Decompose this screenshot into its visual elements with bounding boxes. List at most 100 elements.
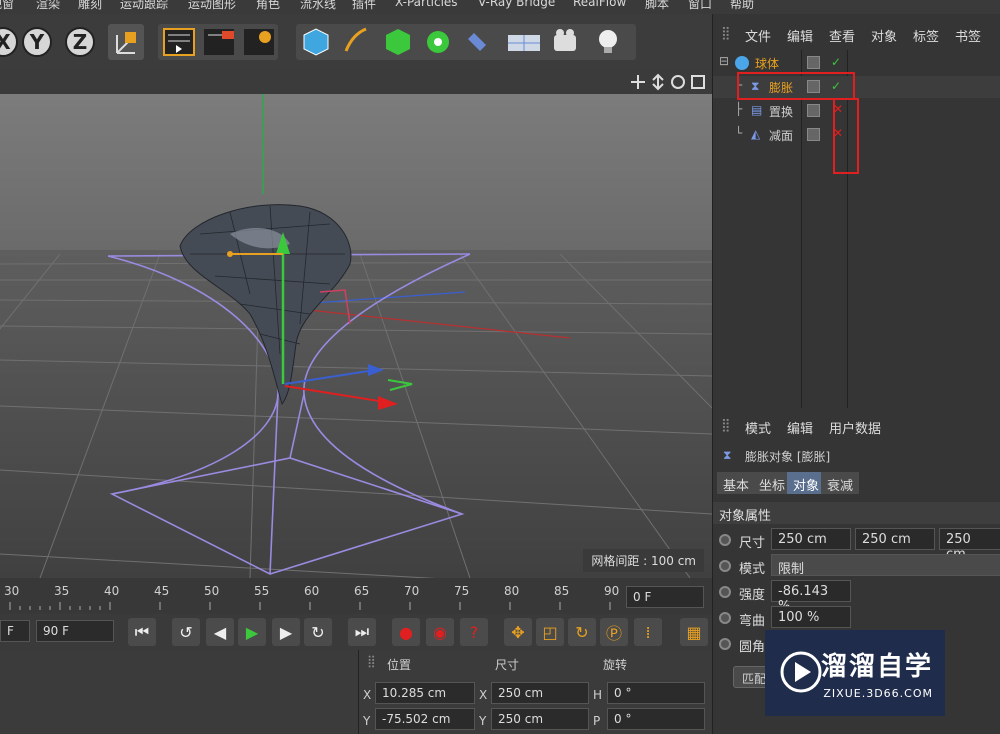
play-icon: ▶	[245, 622, 259, 642]
menu-view[interactable]: 查看	[829, 26, 855, 45]
pla-key-icon: ⁞	[645, 622, 651, 642]
grid-spacing-label: 网格间距 : 100 cm	[583, 549, 704, 572]
param-key-button[interactable]: Ⓟ	[600, 618, 628, 646]
layer-icon[interactable]	[807, 128, 820, 141]
object-name: 减面	[769, 129, 794, 143]
position-y-field[interactable]: -75.502 cm	[375, 708, 475, 730]
menu-item[interactable]: X-Particles	[395, 0, 458, 9]
menu-item[interactable]: 运动跟踪	[120, 0, 168, 12]
rotate-key-button[interactable]: ↻	[568, 618, 596, 646]
timeline-ruler[interactable]: 30 35 40 45 50 55 60 65 70 75 80 85 90 0…	[0, 578, 712, 614]
rotation-h-field[interactable]: 0 °	[607, 682, 705, 704]
section-header[interactable]: 对象属性	[713, 502, 1000, 524]
animate-radio[interactable]	[719, 612, 731, 624]
z-axis-lock-button[interactable]: Z	[65, 27, 95, 57]
coord-axis-label: X	[363, 688, 372, 702]
menu-item[interactable]: V-Ray Bridge	[478, 0, 555, 9]
go-end-icon: ⏭	[354, 622, 370, 641]
prev-frame-button[interactable]: ◀	[206, 618, 234, 646]
y-axis-lock-button[interactable]: Y	[22, 27, 52, 57]
go-end-button[interactable]: ⏭	[348, 618, 376, 646]
menu-item[interactable]: 视窗	[0, 0, 14, 12]
autokey-button[interactable]: ◉	[426, 618, 454, 646]
pla-key-button[interactable]: ⁞	[634, 618, 662, 646]
scale-key-icon: ◰	[542, 622, 558, 642]
object-row-sphere[interactable]: ⊟ 球体 ✓	[713, 52, 1000, 74]
coords-header-size: 尺寸	[495, 658, 520, 672]
scale-key-button[interactable]: ◰	[536, 618, 564, 646]
record-button[interactable]: ●	[392, 618, 420, 646]
size-y-field[interactable]: 250 cm	[491, 708, 589, 730]
menu-item[interactable]: 运动图形	[188, 0, 236, 12]
object-tools-group	[296, 24, 636, 60]
mode-select[interactable]: 限制	[771, 554, 1000, 577]
next-key-button[interactable]: ↻	[304, 618, 332, 646]
size-y-input[interactable]: 250 cm	[855, 528, 935, 550]
menu-tags[interactable]: 标签	[913, 26, 939, 45]
tab-object[interactable]: 对象	[787, 472, 826, 494]
curvature-input[interactable]: 100 %	[771, 606, 851, 628]
coords-header-rotation: 旋转	[603, 658, 628, 672]
menu-item[interactable]: 角色	[256, 0, 280, 12]
menu-edit[interactable]: 编辑	[787, 26, 813, 45]
menu-item[interactable]: 脚本	[645, 0, 669, 12]
tab-falloff[interactable]: 衰减	[821, 472, 860, 494]
perspective-viewport[interactable]: 网格间距 : 100 cm	[0, 70, 712, 578]
sphere-icon	[735, 56, 749, 70]
tab-basic[interactable]: 基本	[717, 472, 756, 494]
animate-radio[interactable]	[719, 586, 731, 598]
rotate-key-icon: ↻	[575, 622, 589, 642]
menu-item[interactable]: RealFlow	[573, 0, 626, 9]
layer-icon[interactable]	[807, 56, 820, 69]
animate-radio[interactable]	[719, 638, 731, 650]
menu-edit[interactable]: 编辑	[787, 418, 813, 437]
menu-user-data[interactable]: 用户数据	[829, 418, 881, 437]
menu-file[interactable]: 文件	[745, 26, 771, 45]
menu-mode[interactable]: 模式	[745, 418, 771, 437]
move-key-button[interactable]: ✥	[504, 618, 532, 646]
tab-coord[interactable]: 坐标	[753, 472, 792, 494]
next-frame-icon: ▶	[279, 622, 293, 642]
prev-key-button[interactable]: ↺	[172, 618, 200, 646]
animate-radio[interactable]	[719, 534, 731, 546]
position-x-field[interactable]: 10.285 cm	[375, 682, 475, 704]
go-start-button[interactable]: ⏮	[128, 618, 156, 646]
size-x-input[interactable]: 250 cm	[771, 528, 851, 550]
viewport-nav-icons[interactable]	[630, 72, 710, 92]
timeline-button[interactable]: ▦	[680, 618, 708, 646]
enabled-check-icon[interactable]: ✓	[831, 55, 841, 69]
menu-item[interactable]: 渲染	[36, 0, 60, 12]
menu-item[interactable]: 雕刻	[78, 0, 102, 12]
size-x-field[interactable]: 250 cm	[491, 682, 589, 704]
watermark-badge: 溜溜自学 ZIXUE.3D66.COM	[765, 630, 945, 716]
size-z-input[interactable]: 250 cm	[939, 528, 1000, 562]
viewport-scene	[0, 94, 712, 578]
menu-objects[interactable]: 对象	[871, 26, 897, 45]
prop-size: 尺寸 250 cm 250 cm 250 cm	[719, 528, 1000, 562]
x-axis-lock-button[interactable]: X	[0, 27, 18, 57]
menu-item[interactable]: 插件	[352, 0, 376, 12]
menu-item[interactable]: 帮助	[730, 0, 754, 12]
strength-input[interactable]: -86.143 %	[771, 580, 851, 614]
object-manager-menu: ⣿ 文件 编辑 查看 对象 标签 书签	[713, 22, 1000, 46]
play-button[interactable]: ▶	[238, 618, 266, 646]
prop-curvature: 弯曲 100 %	[719, 606, 1000, 630]
start-frame-field[interactable]: F	[0, 620, 30, 642]
world-coordinates-button[interactable]	[108, 24, 144, 60]
layer-icon[interactable]	[807, 104, 820, 117]
menu-item[interactable]: 流水线	[300, 0, 336, 12]
timeline-tick: 75	[454, 584, 470, 598]
prop-label: 尺寸	[739, 536, 766, 551]
rotation-p-field[interactable]: 0 °	[607, 708, 705, 730]
current-frame-field[interactable]: 0 F	[626, 586, 704, 608]
collapse-icon[interactable]: ⊟	[719, 54, 729, 68]
menu-item[interactable]: 窗口	[688, 0, 712, 12]
animate-radio[interactable]	[719, 560, 731, 572]
key-help-button[interactable]: ?	[460, 618, 488, 646]
end-frame-field[interactable]: 90 F	[36, 620, 114, 642]
next-frame-button[interactable]: ▶	[272, 618, 300, 646]
menu-bookmarks[interactable]: 书签	[955, 26, 981, 45]
timeline-tick-marks	[9, 602, 611, 610]
object-manager: ⣿ 文件 编辑 查看 对象 标签 书签 ⊟ 球体 ✓ └ ⧗ 膨胀 ✓ ├ ▤ …	[712, 14, 1000, 408]
polygon-reduction-icon: ◭	[751, 127, 761, 141]
